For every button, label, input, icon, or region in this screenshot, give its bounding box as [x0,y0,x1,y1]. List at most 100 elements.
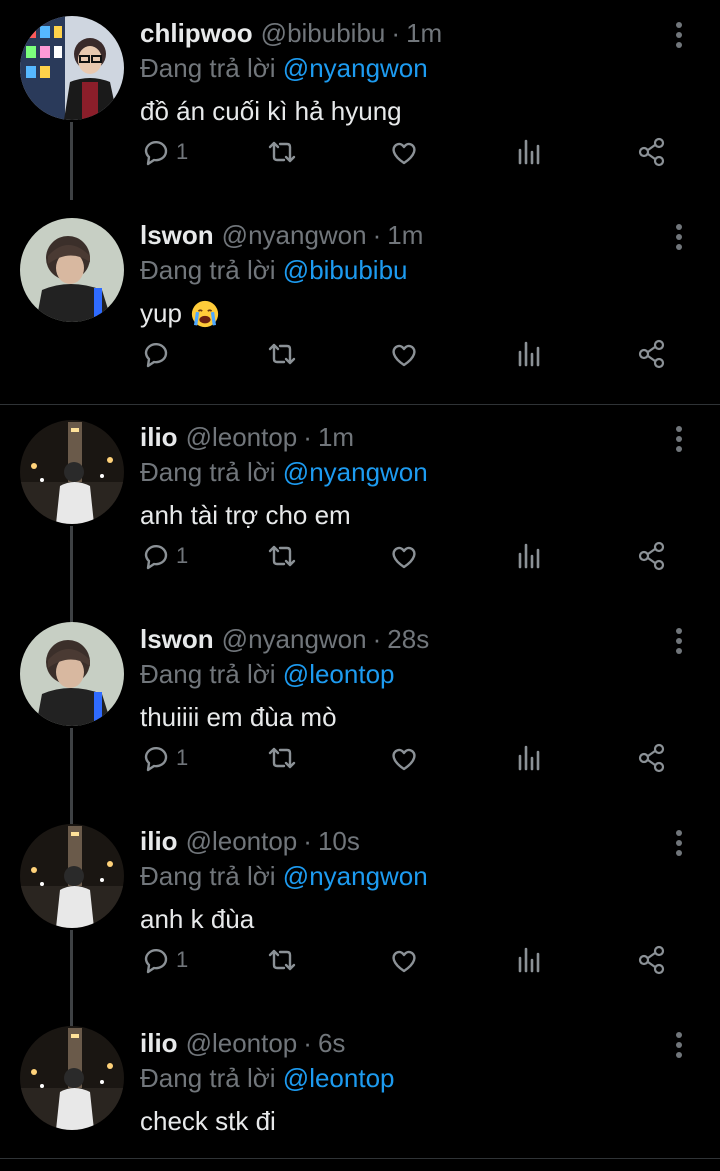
author-name[interactable]: ilio [140,1028,178,1059]
author-handle[interactable]: @nyangwon [222,220,367,251]
reply-button[interactable]: 1 [140,738,188,778]
tweet[interactable]: lswon @nyangwon · 1m Đang trả lời @bibub… [0,202,720,404]
reply-mention[interactable]: @nyangwon [283,861,428,891]
author-name[interactable]: lswon [140,220,214,251]
more-options-icon[interactable] [674,426,684,452]
like-button[interactable] [388,334,420,374]
heart-icon [392,344,416,367]
reply-mention[interactable]: @nyangwon [283,53,428,83]
action-bar: 1 [140,940,680,980]
author-name[interactable]: lswon [140,624,214,655]
retweet-button[interactable] [266,940,298,980]
separator-dot: · [391,18,401,48]
heart-icon [392,142,416,165]
author-name[interactable]: chlipwoo [140,18,253,49]
reply-button[interactable] [140,334,176,374]
more-options-icon[interactable] [674,628,684,654]
reply-mention[interactable]: @bibubibu [283,255,408,285]
avatar[interactable] [20,824,124,928]
timestamp[interactable]: 1m [387,220,423,251]
like-button[interactable] [388,940,420,980]
separator-dot: · [303,826,312,856]
share-button[interactable] [636,940,668,980]
retweet-button[interactable] [266,132,298,172]
share-button[interactable] [636,536,668,576]
analytics-icon [518,745,540,771]
reply-icon [144,140,168,166]
loudly-crying-face-emoji [191,300,219,327]
views-button[interactable] [514,132,546,172]
action-bar: 1 [140,536,680,576]
timestamp[interactable]: 28s [387,624,429,655]
reply-context: Đang trả lời @bibubibu [140,255,408,286]
more-options-icon[interactable] [674,1032,684,1058]
share-icon [638,945,665,975]
more-options-icon[interactable] [674,22,684,48]
tweet-text: anh k đùa [140,904,254,935]
analytics-icon [518,543,540,569]
separator-dot: · [303,1028,312,1058]
reply-button[interactable]: 1 [140,940,188,980]
retweet-button[interactable] [266,334,298,374]
share-icon [638,743,665,773]
author-name[interactable]: ilio [140,826,178,857]
separator-dot: · [372,220,382,250]
timestamp[interactable]: 1m [318,422,354,453]
views-button[interactable] [514,940,546,980]
tweet[interactable]: ilio @leontop · 10s Đang trả lời @nyangw… [0,808,720,1010]
avatar[interactable] [20,16,124,120]
avatar-image [20,420,124,524]
retweet-button[interactable] [266,536,298,576]
divider [0,1158,720,1159]
views-button[interactable] [514,738,546,778]
action-bar: 1 [140,738,680,778]
tweet-text-body: yup [140,298,182,328]
reply-prefix: Đang trả lời [140,861,276,891]
reply-icon [144,544,168,570]
reply-button[interactable]: 1 [140,536,188,576]
like-button[interactable] [388,132,420,172]
author-handle[interactable]: @nyangwon [222,624,367,655]
reply-prefix: Đang trả lời [140,255,276,285]
like-button[interactable] [388,738,420,778]
avatar[interactable] [20,420,124,524]
views-button[interactable] [514,334,546,374]
avatar[interactable] [20,218,124,322]
timestamp[interactable]: 10s [318,826,360,857]
avatar-image [20,1026,124,1130]
share-button[interactable] [636,738,668,778]
heart-icon [392,546,416,569]
more-options-icon[interactable] [674,830,684,856]
reply-button[interactable]: 1 [140,132,188,172]
reply-mention[interactable]: @leontop [283,1063,395,1093]
author-handle[interactable]: @leontop [186,826,298,857]
reply-prefix: Đang trả lời [140,53,276,83]
author-handle[interactable]: @leontop [186,1028,298,1059]
tweet[interactable]: ilio @leontop · 6s Đang trả lời @leontop… [0,1010,720,1171]
tweet-text-body: đồ án cuối kì hả hyung [140,96,402,126]
author-handle[interactable]: @leontop [186,422,298,453]
tweet[interactable]: ilio @leontop · 1m Đang trả lời @nyangwo… [0,404,720,606]
retweet-icon [268,545,296,567]
separator-dot: · [303,422,312,452]
timestamp[interactable]: 6s [318,1028,345,1059]
more-options-icon[interactable] [674,224,684,250]
tweet[interactable]: chlipwoo @bibubibu · 1m Đang trả lời @ny… [0,0,720,202]
tweet-text-body: anh k đùa [140,904,255,934]
views-button[interactable] [514,536,546,576]
tweet[interactable]: lswon @nyangwon · 28s Đang trả lời @leon… [0,606,720,808]
share-button[interactable] [636,334,668,374]
avatar[interactable] [20,622,124,726]
reply-prefix: Đang trả lời [140,659,276,689]
reply-icon [144,948,168,974]
reply-mention[interactable]: @nyangwon [283,457,428,487]
author-handle[interactable]: @bibubibu [261,18,386,49]
timestamp[interactable]: 1m [406,18,442,49]
share-button[interactable] [636,132,668,172]
author-name[interactable]: ilio [140,422,178,453]
like-button[interactable] [388,536,420,576]
retweet-button[interactable] [266,738,298,778]
reply-context: Đang trả lời @leontop [140,1063,395,1094]
reply-mention[interactable]: @leontop [283,659,395,689]
avatar[interactable] [20,1026,124,1130]
